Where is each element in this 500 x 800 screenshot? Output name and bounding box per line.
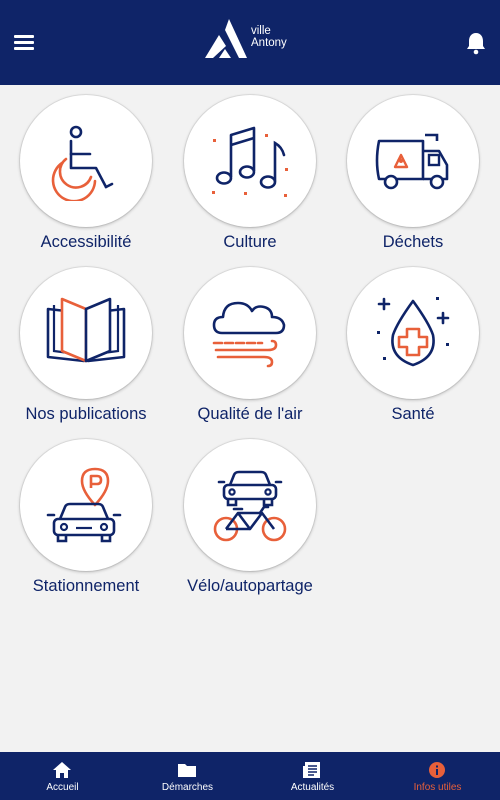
menu-icon[interactable] [14,35,34,51]
tile-label: Déchets [382,233,444,251]
logo-line-1: ville [251,25,271,37]
medical-drop-icon [377,297,450,367]
tile-nos-publications[interactable]: Nos publications [3,257,169,429]
top-bar: ville Antony [0,0,500,85]
home-icon [53,762,71,778]
tile-label: Vélo/autopartage [187,577,313,595]
tab-accueil[interactable]: Accueil [0,752,125,800]
parking-car-icon [46,467,122,543]
tab-label: Accueil [46,782,79,793]
tile-culture[interactable]: Culture [167,85,333,257]
tab-actualites[interactable]: Actualités [250,752,375,800]
tile-circle [347,267,479,399]
bell-icon[interactable] [465,31,487,55]
bottom-nav: Accueil Démarches Actualités Infos utile… [0,752,500,800]
folder-icon [178,764,196,777]
wheelchair-icon [51,125,114,201]
tab-label: Actualités [290,782,335,793]
info-icon [429,762,445,778]
cloud-wind-icon [212,301,286,368]
tile-velo-autopartage[interactable]: Vélo/autopartage [167,429,333,601]
tile-accessibilite[interactable]: Accessibilité [3,85,169,257]
logo-mark-icon [205,19,247,58]
tile-label: Culture [223,233,277,251]
tile-circle [347,95,479,227]
tile-circle [184,95,316,227]
tab-infos-utiles[interactable]: Infos utiles [375,752,500,800]
tile-circle [184,439,316,571]
tile-label: Accessibilité [40,233,132,251]
music-notes-icon [212,126,288,197]
open-book-icon [46,297,126,363]
garbage-truck-icon [375,133,449,190]
tile-circle [20,267,152,399]
tab-label: Démarches [161,782,214,793]
tile-label: Qualité de l'air [197,405,303,423]
tab-label: Infos utiles [413,782,462,793]
tile-stationnement[interactable]: Stationnement [3,429,169,601]
tab-demarches[interactable]: Démarches [125,752,250,800]
logo-text: ville Antony [251,25,287,49]
tile-label: Nos publications [25,405,147,423]
tile-circle [184,267,316,399]
tile-label: Santé [391,405,435,423]
newspaper-icon [303,762,320,778]
ville-antony-logo[interactable]: ville Antony [203,18,303,60]
logo-line-2: Antony [251,37,287,49]
car-bike-icon [213,470,287,542]
tile-label: Stationnement [32,577,140,595]
tile-dechets[interactable]: Déchets [330,85,496,257]
tile-qualite-air[interactable]: Qualité de l'air [167,257,333,429]
tile-circle [20,439,152,571]
tile-sante[interactable]: Santé [330,257,496,429]
tile-circle [20,95,152,227]
